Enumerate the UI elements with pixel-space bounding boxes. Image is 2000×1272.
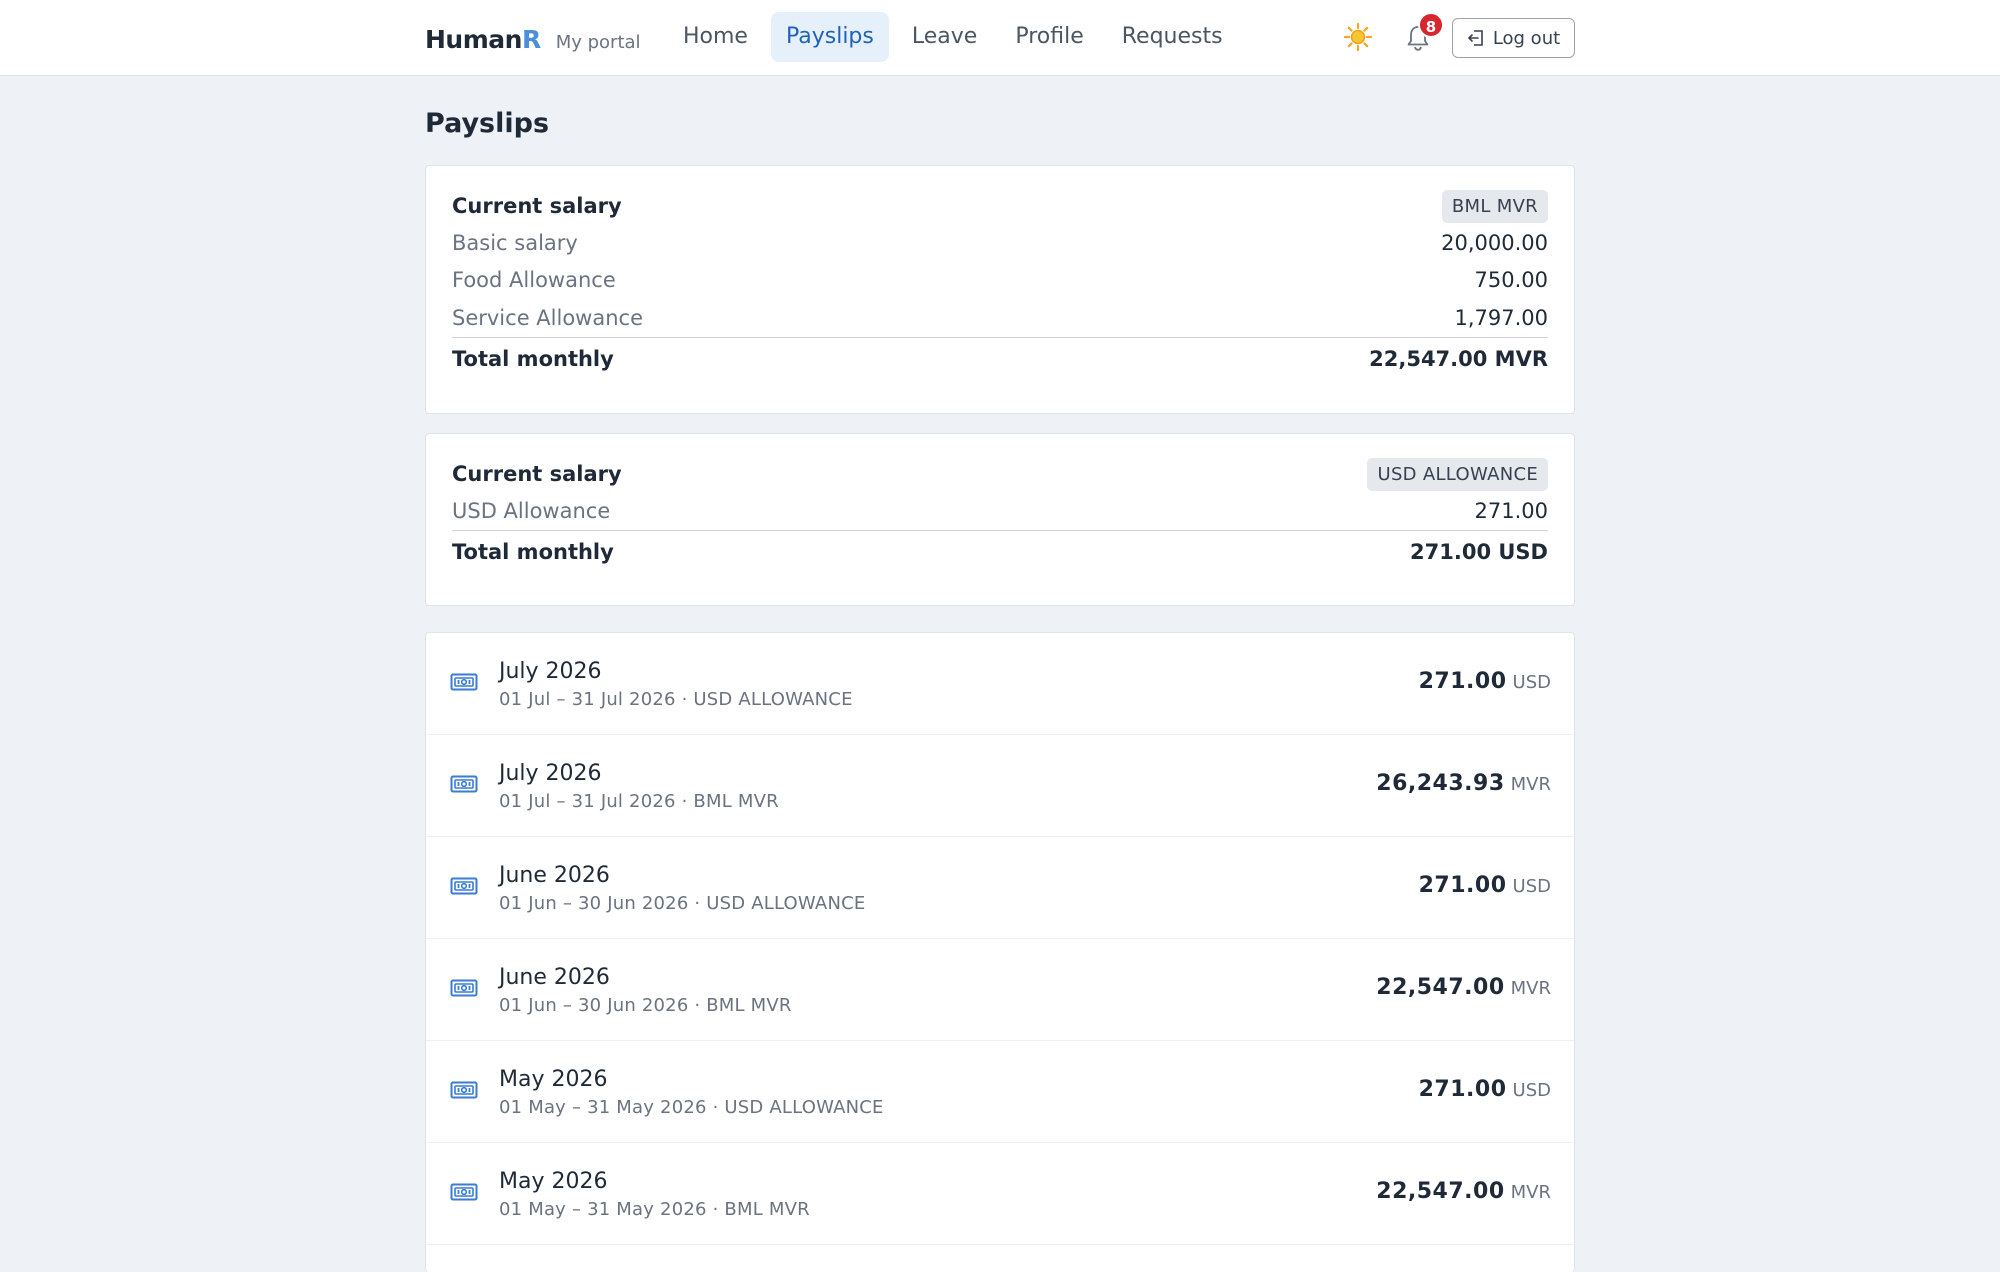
salary-card-mvr: Current salary BML MVR Basic salary 20,0… <box>425 165 1575 414</box>
notification-count-badge: 8 <box>1418 12 1444 38</box>
salary-row-label: Basic salary <box>452 230 578 255</box>
salary-row: Service Allowance 1,797.00 <box>452 299 1548 337</box>
payslip-money-icon <box>450 1183 478 1201</box>
payslip-list-item[interactable]: July 2026 01 Jul – 31 Jul 2026 · BML MVR… <box>426 735 1574 837</box>
payslip-period-range: 01 Jun – 30 Jun 2026 · USD ALLOWANCE <box>499 893 866 914</box>
salary-card-header: Current salary BML MVR <box>452 188 1548 224</box>
payslip-currency: USD <box>1512 1080 1551 1101</box>
logout-icon <box>1468 30 1483 46</box>
payslip-period-title: July 2026 <box>499 761 602 786</box>
salary-row-label: Food Allowance <box>452 268 616 293</box>
payslip-period-range: 01 Jul – 31 Jul 2026 · USD ALLOWANCE <box>499 689 853 710</box>
salary-card-tag: USD ALLOWANCE <box>1367 457 1548 491</box>
salary-row: Basic salary 20,000.00 <box>452 224 1548 262</box>
payslip-currency: MVR <box>1510 774 1551 795</box>
salary-row-value: 271.00 <box>1474 498 1548 523</box>
nav-payslips[interactable]: Payslips <box>770 12 889 62</box>
payslip-period-title: May 2026 <box>499 1067 608 1092</box>
salary-row-value: 750.00 <box>1474 268 1548 293</box>
payslip-money-icon <box>450 673 478 691</box>
salary-card-title: Current salary <box>452 194 622 218</box>
salary-row: USD Allowance 271.00 <box>452 492 1548 530</box>
salary-row-value: 1,797.00 <box>1454 305 1548 330</box>
payslip-currency: USD <box>1512 672 1551 693</box>
salary-row-value: 20,000.00 <box>1441 230 1548 255</box>
payslip-list-item[interactable]: May 2026 01 May – 31 May 2026 · USD ALLO… <box>426 1041 1574 1143</box>
payslip-currency: USD <box>1512 876 1551 897</box>
payslip-text: July 2026 01 Jul – 31 Jul 2026 · BML MVR <box>499 761 779 812</box>
payslip-currency: MVR <box>1510 978 1551 999</box>
nav-leave[interactable]: Leave <box>897 12 992 62</box>
payslip-text: May 2026 01 May – 31 May 2026 · BML MVR <box>499 1169 810 1220</box>
payslip-amount: 271.00 USD <box>1419 669 1551 694</box>
payslip-currency: MVR <box>1510 1182 1551 1203</box>
nav-profile[interactable]: Profile <box>1000 12 1098 62</box>
payslip-text: May 2026 01 May – 31 May 2026 · USD ALLO… <box>499 1067 884 1118</box>
payslip-amount-value: 271.00 <box>1418 873 1507 898</box>
payslip-amount-value: 271.00 <box>1418 669 1507 694</box>
salary-total-label: Total monthly <box>452 347 614 371</box>
brand-name: HumanR <box>425 25 541 54</box>
brand-logo[interactable]: HumanR My portal <box>425 25 641 54</box>
payslip-money-icon <box>450 1081 478 1099</box>
payslip-list-item[interactable]: June 2026 01 Jun – 30 Jun 2026 · USD ALL… <box>426 837 1574 939</box>
payslip-text: July 2026 01 Jul – 31 Jul 2026 · USD ALL… <box>499 659 853 710</box>
payslip-period-range: 01 Jul – 31 Jul 2026 · BML MVR <box>499 791 779 812</box>
salary-card-usd: Current salary USD ALLOWANCE USD Allowan… <box>425 433 1575 606</box>
payslip-money-icon <box>450 775 478 793</box>
top-navigation-bar: HumanR My portal Home Payslips Leave Pro… <box>0 0 2000 76</box>
payslip-amount: 22,547.00 MVR <box>1376 1179 1551 1204</box>
payslip-amount-value: 271.00 <box>1418 1077 1507 1102</box>
payslip-list-item[interactable]: June 2026 01 Jun – 30 Jun 2026 · BML MVR… <box>426 939 1574 1041</box>
payslip-period-title: June 2026 <box>499 965 610 990</box>
payslip-period-title: May 2026 <box>499 1169 608 1194</box>
salary-row: Food Allowance 750.00 <box>452 262 1548 300</box>
payslip-period-range: 01 Jun – 30 Jun 2026 · BML MVR <box>499 995 792 1016</box>
sun-icon[interactable] <box>1343 22 1373 52</box>
payslip-text: June 2026 01 Jun – 30 Jun 2026 · BML MVR <box>499 965 792 1016</box>
payslip-amount: 271.00 USD <box>1419 1077 1551 1102</box>
payslip-amount: 271.00 USD <box>1419 873 1551 898</box>
salary-total-row: Total monthly 22,547.00 MVR <box>452 336 1548 381</box>
payslip-amount-value: 26,243.93 <box>1376 771 1505 796</box>
payslip-amount-value: 22,547.00 <box>1376 1179 1505 1204</box>
payslip-money-icon <box>450 979 478 997</box>
salary-card-title: Current salary <box>452 462 622 486</box>
payslip-list-item[interactable]: May 2026 01 May – 31 May 2026 · BML MVR … <box>426 1143 1574 1245</box>
main-nav: Home Payslips Leave Profile Requests <box>668 12 1238 62</box>
payslip-period-title: July 2026 <box>499 659 602 684</box>
payslip-text: June 2026 01 Jun – 30 Jun 2026 · USD ALL… <box>499 863 865 914</box>
payslip-money-icon <box>450 877 478 895</box>
salary-row-label: USD Allowance <box>452 498 611 523</box>
payslip-period-range: 01 May – 31 May 2026 · USD ALLOWANCE <box>499 1097 884 1118</box>
payslip-amount-value: 22,547.00 <box>1376 975 1505 1000</box>
payslip-list: July 2026 01 Jul – 31 Jul 2026 · USD ALL… <box>425 632 1575 1272</box>
salary-total-row: Total monthly 271.00 USD <box>452 529 1548 574</box>
salary-card-tag: BML MVR <box>1441 189 1548 223</box>
nav-home[interactable]: Home <box>668 12 763 62</box>
salary-card-header: Current salary USD ALLOWANCE <box>452 456 1548 492</box>
payslip-period-title: June 2026 <box>499 863 610 888</box>
payslip-amount: 22,547.00 MVR <box>1376 975 1551 1000</box>
logout-button[interactable]: Log out <box>1452 18 1575 58</box>
salary-total-label: Total monthly <box>452 540 614 564</box>
salary-row-label: Service Allowance <box>452 305 643 330</box>
logout-label: Log out <box>1492 27 1561 49</box>
brand-subtitle: My portal <box>555 32 641 53</box>
payslip-period-range: 01 May – 31 May 2026 · BML MVR <box>499 1199 810 1220</box>
page-title: Payslips <box>425 108 550 139</box>
nav-requests[interactable]: Requests <box>1107 12 1238 62</box>
salary-total-value: 271.00 USD <box>1410 540 1548 564</box>
salary-total-value: 22,547.00 MVR <box>1369 347 1548 371</box>
payslip-list-item[interactable]: July 2026 01 Jul – 31 Jul 2026 · USD ALL… <box>426 633 1574 735</box>
payslip-amount: 26,243.93 MVR <box>1376 771 1551 796</box>
